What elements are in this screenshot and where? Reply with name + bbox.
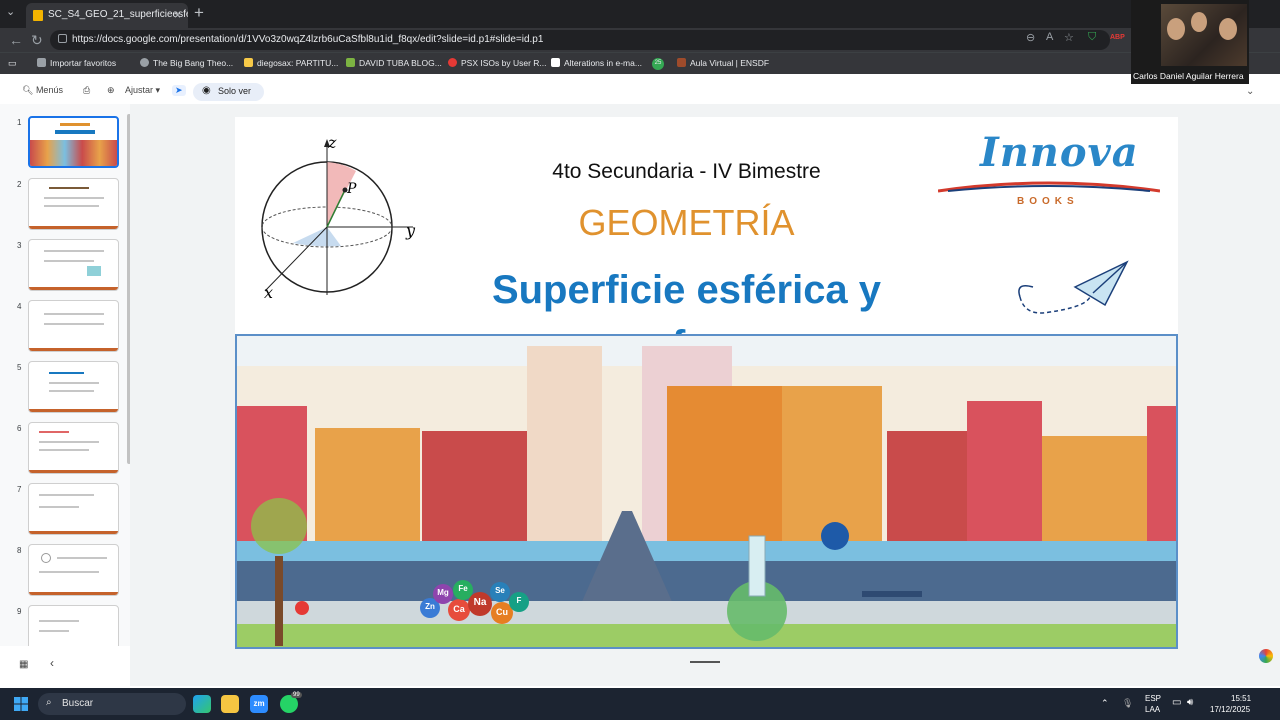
edge-icon[interactable] — [193, 695, 211, 713]
eye-icon: ◉ — [202, 85, 211, 96]
browser-tab[interactable]: SC_S4_GEO_21_superficieesferica... × — [26, 3, 188, 28]
url-bar[interactable]: https://docs.google.com/presentation/d/1… — [50, 30, 1110, 50]
fit-dropdown[interactable]: Ajustar ▾ — [125, 85, 160, 96]
bookmark-item[interactable]: DAVID TUBA BLOG... — [346, 58, 442, 68]
element-ball: Mg — [433, 584, 453, 604]
slide-thumbnail-6[interactable] — [28, 422, 119, 474]
favorite-star-icon[interactable]: ☆ — [1064, 31, 1074, 44]
logo-swoosh — [938, 181, 1160, 193]
windows-start-icon[interactable] — [14, 697, 28, 711]
element-ball: Na — [468, 592, 492, 616]
grid-view-icon[interactable]: ▦ — [19, 659, 28, 670]
tab-search-chevron-icon[interactable]: ⌄ — [6, 5, 15, 18]
slides-favicon-icon — [33, 10, 43, 21]
slide: z y x P 4to Secundaria - IV Bimestre GEO… — [235, 117, 1178, 649]
thumbnail-number: 3 — [17, 241, 22, 250]
person-face — [1219, 18, 1237, 40]
slide-thumbnail-9[interactable] — [28, 605, 119, 646]
slide-thumbnail-7[interactable] — [28, 483, 119, 535]
bookmark-item[interactable]: 25 — [652, 58, 664, 70]
new-tab-button[interactable]: + — [194, 3, 204, 23]
clock-date[interactable]: 17/12/2025 — [1210, 705, 1250, 714]
print-icon[interactable]: ⎙ — [83, 85, 90, 96]
person-face — [1167, 18, 1185, 40]
zoom-app-icon[interactable]: zm — [250, 695, 268, 713]
slide-thumbnail-2[interactable] — [28, 178, 119, 230]
slide-thumbnail-1[interactable] — [28, 116, 119, 168]
bookmark-item[interactable]: Alterations in e-ma... — [551, 58, 642, 68]
slide-thumbnail-8[interactable] — [28, 544, 119, 596]
gemini-assistant-icon[interactable] — [1259, 649, 1273, 663]
tab-actions-icon[interactable]: ▭ — [8, 58, 17, 69]
clock-time[interactable]: 15:51 — [1231, 694, 1251, 703]
element-ball: Se — [490, 582, 510, 602]
microphone-icon[interactable]: 🎙︎ — [1122, 698, 1133, 709]
input-language-bottom[interactable]: LAA — [1145, 705, 1160, 714]
search-icon: ⌕ — [46, 697, 52, 708]
city-scene — [237, 336, 1176, 647]
tray-overflow-icon[interactable]: ⌃ — [1101, 698, 1109, 709]
bookmark-item[interactable]: diegosax: PARTITU... — [244, 58, 338, 68]
notes-resize-handle[interactable] — [690, 661, 720, 663]
logo-subtext: BOOKS — [1017, 196, 1079, 207]
reload-icon[interactable]: ↻ — [31, 32, 43, 49]
whatsapp-badge: 99 — [291, 692, 302, 698]
bookmark-item[interactable]: Importar favoritos — [37, 58, 116, 68]
city-illustration: Zn Mg Ca Fe Na Se Cu F — [235, 334, 1178, 649]
url-text: https://docs.google.com/presentation/d/1… — [72, 34, 544, 45]
thumbnail-number: 6 — [17, 424, 22, 433]
taskbar-search[interactable]: ⌕ Buscar — [38, 693, 186, 715]
file-explorer-icon[interactable] — [221, 695, 239, 713]
thumbnail-number: 9 — [17, 607, 22, 616]
person-face — [1191, 12, 1207, 32]
site-info-icon[interactable] — [58, 34, 67, 43]
thumbnail-number: 4 — [17, 302, 22, 311]
logo-text: Innova — [980, 129, 1139, 176]
volume-icon[interactable]: 🔊︎ — [1187, 697, 1193, 708]
windows-taskbar: ⌕ Buscar zm 99 ⌃ 🎙︎ ESP LAA ▭ 🔊︎ 15:51 1… — [0, 688, 1280, 720]
slide-thumbnails-panel: 1 2 3 4 5 6 7 8 9 — [0, 104, 130, 646]
tab-close-icon[interactable]: × — [174, 8, 181, 22]
slides-toolbar: 🔍︎ Menús ⎙ ⊕ Ajustar ▾ ➤ ◉ Solo ver — [0, 80, 1280, 104]
select-pointer-icon[interactable]: ➤ — [172, 85, 186, 96]
back-icon[interactable]: ← — [9, 32, 23, 48]
slide-thumbnail-5[interactable] — [28, 361, 119, 413]
slide-thumbnail-3[interactable] — [28, 239, 119, 291]
slide-title: Superficie esférica y — [491, 268, 882, 312]
slide-thumbnail-4[interactable] — [28, 300, 119, 352]
zoom-icon[interactable]: ⊕ — [107, 85, 115, 96]
tab-title: SC_S4_GEO_21_superficieesferica... — [48, 9, 188, 20]
axis-z-label: z — [328, 133, 337, 152]
view-only-button[interactable]: ◉ Solo ver — [193, 83, 264, 101]
video-call-tile[interactable]: Carlos Daniel Aguilar Herrera — [1131, 0, 1249, 84]
participant-name: Carlos Daniel Aguilar Herrera — [1133, 71, 1244, 81]
address-bar-row: ← ↻ https://docs.google.com/presentation… — [0, 28, 1280, 52]
paper-plane-icon — [1018, 260, 1129, 314]
menus-search-button[interactable]: 🔍︎ Menús — [22, 85, 63, 96]
participant-video — [1161, 4, 1247, 66]
zoom-icon[interactable]: ⊖ — [1026, 31, 1035, 44]
slide-subject: GEOMETRÍA — [578, 202, 795, 243]
bookmark-item[interactable]: The Big Bang Theo... — [140, 58, 233, 68]
thumbnail-number: 2 — [17, 180, 22, 189]
thumbnail-number: 7 — [17, 485, 22, 494]
read-aloud-icon[interactable]: A — [1046, 31, 1053, 43]
bookmarks-bar: ▭ Importar favoritos The Big Bang Theo..… — [0, 52, 1280, 74]
collapse-toolbar-chevron-icon[interactable]: ⌄ — [1246, 86, 1254, 97]
abp-extension-icon[interactable]: ABP — [1110, 34, 1125, 41]
network-icon[interactable]: ▭ — [1172, 697, 1181, 708]
element-ball: Ca — [448, 599, 470, 621]
element-ball: F — [509, 592, 529, 612]
thumbnail-number: 5 — [17, 363, 22, 372]
bookmark-item[interactable]: Aula Virtual | ENSDF — [677, 58, 769, 68]
thumbnail-number: 1 — [17, 118, 22, 127]
bookmark-item[interactable]: PSX ISOs by User R... — [448, 58, 547, 68]
browser-tab-strip: ⌄ SC_S4_GEO_21_superficieesferica... × + — [0, 0, 1280, 28]
thumbnail-number: 8 — [17, 546, 22, 555]
input-language-top[interactable]: ESP — [1145, 694, 1161, 703]
collapse-panel-icon[interactable]: ‹ — [50, 656, 54, 670]
shield-extension-icon[interactable]: ⛉ — [1088, 31, 1096, 44]
